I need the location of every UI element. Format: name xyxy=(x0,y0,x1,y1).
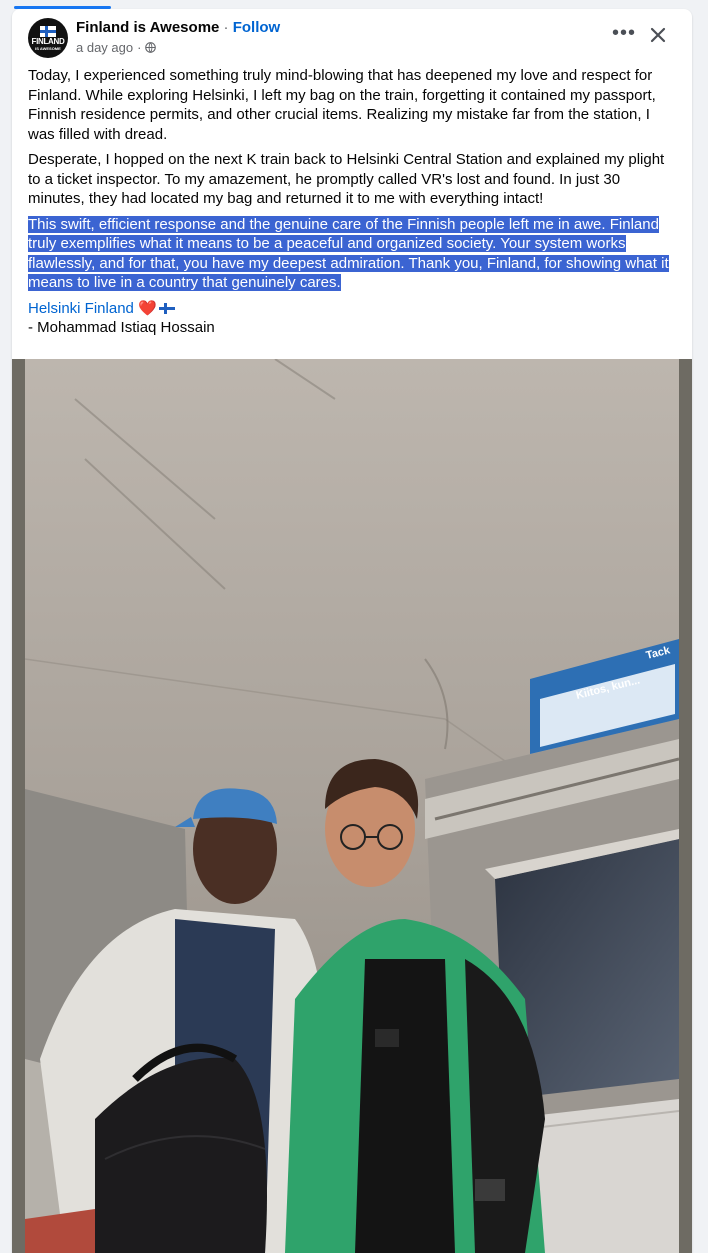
location-link[interactable]: Helsinki Finland xyxy=(28,300,134,317)
page-avatar[interactable]: FINLAND IS AWESOME xyxy=(28,18,68,58)
post-timestamp[interactable]: a day ago xyxy=(76,40,133,55)
close-icon[interactable] xyxy=(644,21,672,49)
more-options-button[interactable]: ••• xyxy=(606,23,642,51)
hashtag-line: Helsinki Finland ❤️ xyxy=(28,299,678,319)
post-body: Today, I experienced something truly min… xyxy=(28,66,678,338)
selected-text: This swift, efficient response and the g… xyxy=(28,215,669,291)
post-paragraph-3: This swift, efficient response and the g… xyxy=(28,215,678,293)
page-name-link[interactable]: Finland is Awesome xyxy=(76,19,219,36)
post-meta: a day ago · xyxy=(76,40,157,55)
post-header: FINLAND IS AWESOME Finland is Awesome · … xyxy=(12,9,692,65)
heart-emoji: ❤️ xyxy=(138,299,157,317)
avatar-logo-subtext: IS AWESOME xyxy=(35,45,61,51)
separator-dot: · xyxy=(137,40,142,55)
post-photo[interactable]: Kiitos, kun... Tack xyxy=(25,359,679,1253)
avatar-logo-text: FINLAND xyxy=(31,36,65,46)
post-card: FINLAND IS AWESOME Finland is Awesome · … xyxy=(12,9,692,1253)
separator: · xyxy=(219,19,233,36)
post-paragraph-1: Today, I experienced something truly min… xyxy=(28,67,656,143)
finland-flag-icon xyxy=(40,25,56,37)
post-paragraph-2: Desperate, I hopped on the next K train … xyxy=(28,151,665,207)
globe-icon[interactable] xyxy=(145,42,157,53)
page-name-line: Finland is Awesome · Follow xyxy=(76,19,280,36)
post-photo-container[interactable]: Kiitos, kun... Tack xyxy=(12,359,692,1253)
follow-button[interactable]: Follow xyxy=(233,19,281,36)
more-horizontal-icon: ••• xyxy=(611,22,636,44)
post-signature: - Mohammad Istiaq Hossain xyxy=(28,319,215,336)
finland-flag-emoji xyxy=(158,302,175,314)
